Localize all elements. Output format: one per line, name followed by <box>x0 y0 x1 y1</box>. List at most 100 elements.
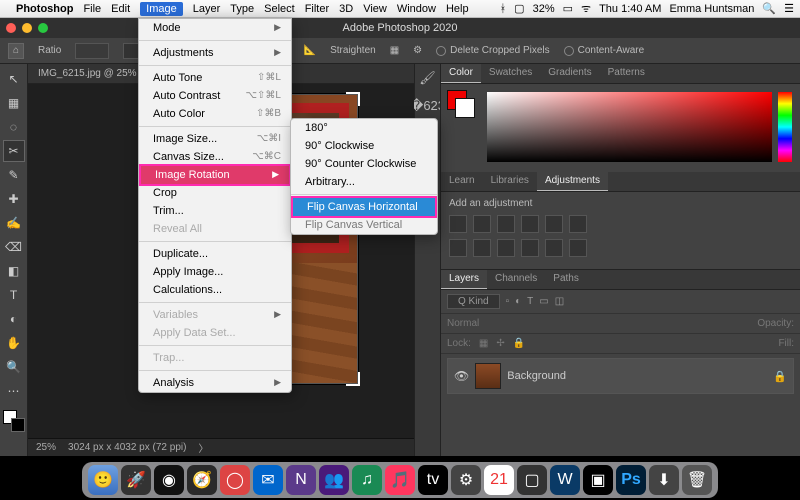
dock-siri-icon[interactable]: ◉ <box>154 465 184 495</box>
lock-position-icon[interactable]: ✢ <box>496 338 504 349</box>
tab-layers[interactable]: Layers <box>441 270 487 289</box>
submenu-item-flip-canvas-horizontal[interactable]: Flip Canvas Horizontal <box>291 196 437 218</box>
menu-item-calculations[interactable]: Calculations... <box>139 281 291 299</box>
menu-item-mode[interactable]: Mode <box>139 19 291 37</box>
more-tools-icon[interactable]: ⋯ <box>3 380 25 402</box>
lock-icon[interactable]: 🔒 <box>773 370 787 383</box>
tab-adjustments[interactable]: Adjustments <box>537 172 608 191</box>
menu-item-adjustments[interactable]: Adjustments <box>139 44 291 62</box>
menubar-help[interactable]: Help <box>446 3 469 15</box>
dock-appletv-icon[interactable]: tv <box>418 465 448 495</box>
lasso-tool-icon[interactable]: ◌ <box>3 116 25 138</box>
color-field[interactable] <box>487 92 772 162</box>
menubar-image[interactable]: Image <box>140 2 183 16</box>
hand-tool-icon[interactable]: ✋ <box>3 332 25 354</box>
straighten-icon[interactable]: 📐 <box>304 45 316 56</box>
zoom-tool-icon[interactable]: 🔍 <box>3 356 25 378</box>
dock-teams-icon[interactable]: 👥 <box>319 465 349 495</box>
adj-hue-icon[interactable] <box>569 215 587 233</box>
status-dimensions[interactable]: 3024 px x 4032 px (72 ppi) <box>68 442 186 453</box>
delete-cropped-checkbox[interactable]: Delete Cropped Pixels <box>436 45 550 56</box>
adj-channel-mixer-icon[interactable] <box>497 239 515 257</box>
menubar-file[interactable]: File <box>83 3 101 15</box>
color-fgbg[interactable] <box>447 90 475 118</box>
dock-downloads-icon[interactable]: ⬇ <box>649 465 679 495</box>
bluetooth-icon[interactable]: ᚼ <box>500 3 507 15</box>
adj-brightness-icon[interactable] <box>449 215 467 233</box>
user-name[interactable]: Emma Huntsman <box>669 3 754 15</box>
dock-settings-icon[interactable]: ⚙ <box>451 465 481 495</box>
menu-item-auto-color[interactable]: Auto Color⇧⌘B <box>139 105 291 123</box>
filter-smart-icon[interactable]: ◫ <box>555 296 564 307</box>
healing-tool-icon[interactable]: ✚ <box>3 188 25 210</box>
menubar-type[interactable]: Type <box>230 3 254 15</box>
dock-music-icon[interactable]: 🎵 <box>385 465 415 495</box>
move-tool-icon[interactable]: ↖ <box>3 68 25 90</box>
lock-all-icon[interactable]: ▦ <box>479 338 488 349</box>
menu-item-auto-tone[interactable]: Auto Tone⇧⌘L <box>139 69 291 87</box>
adj-invert-icon[interactable] <box>545 239 563 257</box>
filter-adjust-icon[interactable]: ◐ <box>515 296 521 307</box>
menu-item-apply-image[interactable]: Apply Image... <box>139 263 291 281</box>
background-swatch[interactable] <box>11 418 25 432</box>
dock-generic-icon[interactable]: ▣ <box>583 465 613 495</box>
tab-swatches[interactable]: Swatches <box>481 64 540 83</box>
menubar-app[interactable]: Photoshop <box>16 3 73 15</box>
layer-visibility-icon[interactable]: 👁 <box>454 369 469 383</box>
adj-lookup-icon[interactable] <box>521 239 539 257</box>
straighten-button[interactable]: Straighten <box>330 45 376 56</box>
menu-item-trim[interactable]: Trim... <box>139 202 291 220</box>
submenu-item-90-counter-clockwise[interactable]: 90° Counter Clockwise <box>291 155 437 173</box>
filter-type-icon[interactable]: T <box>527 296 533 307</box>
wifi-icon[interactable]: ᯤ <box>581 1 591 16</box>
eyedropper-tool-icon[interactable]: ✎ <box>3 164 25 186</box>
dock-calendar-icon[interactable]: 21 <box>484 465 514 495</box>
dock-onenote-icon[interactable]: N <box>286 465 316 495</box>
dock-finder-icon[interactable]: 🙂 <box>88 465 118 495</box>
color-swatches[interactable] <box>3 410 25 432</box>
status-caret-icon[interactable]: 〉 <box>198 440 208 455</box>
adj-vibrance-icon[interactable] <box>545 215 563 233</box>
dock-trash-icon[interactable]: 🗑 <box>682 465 712 495</box>
tab-paths[interactable]: Paths <box>545 270 587 289</box>
type-tool-icon[interactable]: T <box>3 284 25 306</box>
submenu-item-flip-canvas-vertical[interactable]: Flip Canvas Vertical <box>291 216 437 234</box>
submenu-item-90-clockwise[interactable]: 90° Clockwise <box>291 137 437 155</box>
menubar-filter[interactable]: Filter <box>305 3 329 15</box>
adj-threshold-icon[interactable] <box>569 239 587 257</box>
menubar-select[interactable]: Select <box>264 3 295 15</box>
crop-options-icon[interactable]: ⚙ <box>413 45 422 56</box>
tab-learn[interactable]: Learn <box>441 172 483 191</box>
adj-exposure-icon[interactable] <box>521 215 539 233</box>
dock-photoshop-icon[interactable]: Ps <box>616 465 646 495</box>
lock-pixels-icon[interactable]: 🔒 <box>513 338 525 349</box>
adj-bw-icon[interactable] <box>449 239 467 257</box>
marquee-tool-icon[interactable]: ▦ <box>3 92 25 114</box>
clock[interactable]: Thu 1:40 AM <box>599 3 661 15</box>
filter-pixel-icon[interactable]: ▫ <box>506 296 510 307</box>
menu-item-crop[interactable]: Crop <box>139 184 291 202</box>
crop-handle-br[interactable] <box>346 372 360 386</box>
menu-item-image-size[interactable]: Image Size...⌥⌘I <box>139 130 291 148</box>
brush-tool-icon[interactable]: ✍ <box>3 212 25 234</box>
menubar-edit[interactable]: Edit <box>111 3 130 15</box>
filter-shape-icon[interactable]: ▭ <box>539 296 548 307</box>
dock-launchpad-icon[interactable]: 🚀 <box>121 465 151 495</box>
shape-tool-icon[interactable]: ◐ <box>3 308 25 330</box>
notifications-icon[interactable]: ☰ <box>784 2 794 15</box>
blend-mode-dropdown[interactable]: Normal <box>447 318 479 329</box>
dock-terminal-icon[interactable]: ▢ <box>517 465 547 495</box>
dock-mail-icon[interactable]: ✉ <box>253 465 283 495</box>
dock-spotify-icon[interactable]: ♫ <box>352 465 382 495</box>
menubar-layer[interactable]: Layer <box>193 3 221 15</box>
submenu-item-arbitrary[interactable]: Arbitrary... <box>291 173 437 191</box>
tab-channels[interactable]: Channels <box>487 270 545 289</box>
dock-word-icon[interactable]: W <box>550 465 580 495</box>
tab-patterns[interactable]: Patterns <box>600 64 653 83</box>
dock-safari-icon[interactable]: 🧭 <box>187 465 217 495</box>
menu-item-auto-contrast[interactable]: Auto Contrast⌥⇧⌘L <box>139 87 291 105</box>
adj-curves-icon[interactable] <box>497 215 515 233</box>
submenu-item-180[interactable]: 180° <box>291 119 437 137</box>
menu-item-duplicate[interactable]: Duplicate... <box>139 245 291 263</box>
menu-item-analysis[interactable]: Analysis <box>139 374 291 392</box>
